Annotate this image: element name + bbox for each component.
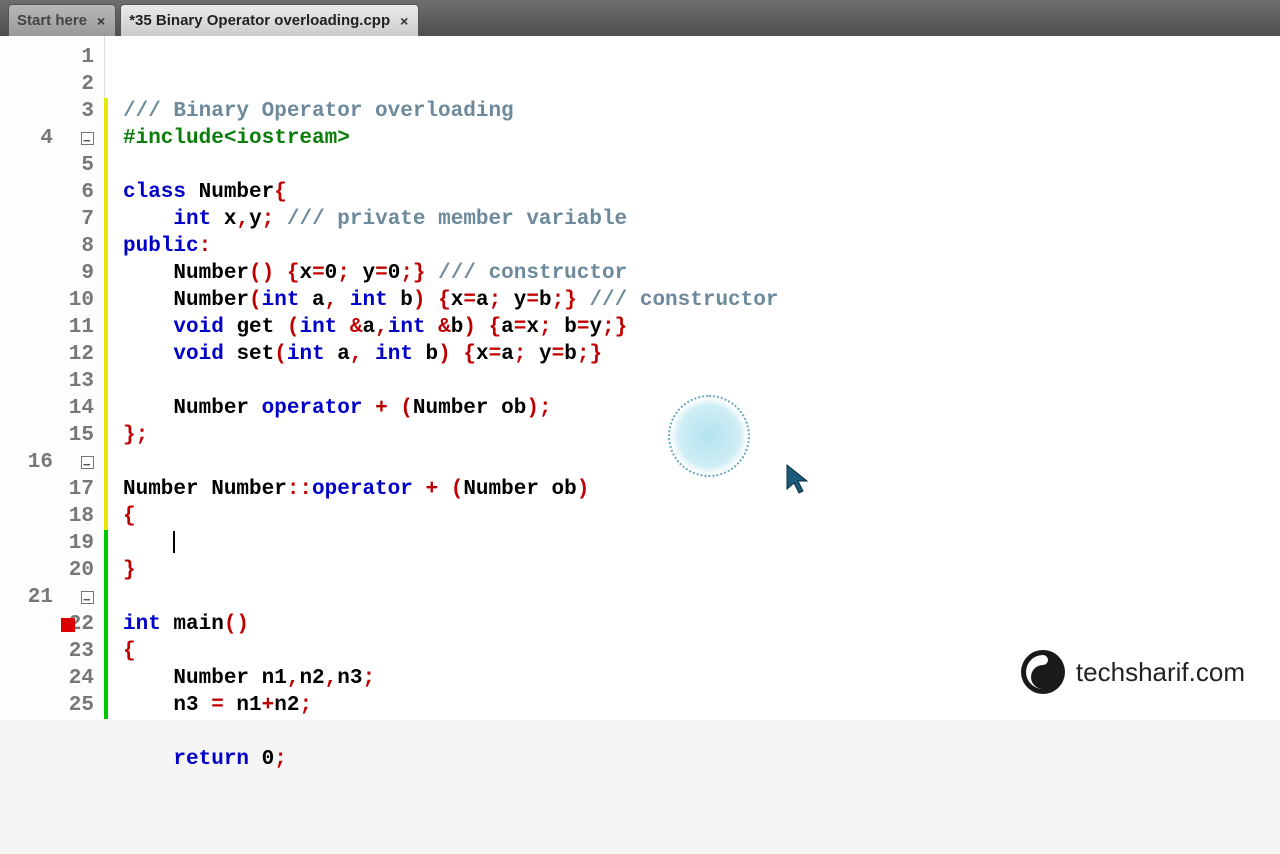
code-line[interactable]: { — [123, 503, 1280, 530]
close-icon[interactable]: × — [398, 13, 410, 29]
tab-inactive[interactable]: Start here × — [8, 4, 116, 36]
code-line[interactable] — [123, 368, 1280, 395]
close-icon[interactable]: × — [95, 13, 107, 29]
gutter-row: 24 — [0, 665, 104, 692]
gutter-row: 25 — [0, 692, 104, 719]
text-cursor-icon — [173, 531, 175, 553]
code-line[interactable] — [123, 530, 1280, 557]
code-line[interactable]: n3 = n1+n2; — [123, 692, 1280, 719]
code-line[interactable]: Number(int a, int b) {x=a; y=b;} /// con… — [123, 287, 1280, 314]
gutter-row: 18 — [0, 503, 104, 530]
gutter-row: 1 — [0, 44, 104, 71]
code-area[interactable]: /// Binary Operator overloading#include<… — [105, 36, 1280, 720]
gutter-row: 10 — [0, 287, 104, 314]
code-line[interactable] — [123, 152, 1280, 179]
code-line[interactable]: /// Binary Operator overloading — [123, 98, 1280, 125]
code-line[interactable]: Number Number::operator + (Number ob) — [123, 476, 1280, 503]
gutter-row: 5 — [0, 152, 104, 179]
gutter-row: 17 — [0, 476, 104, 503]
gutter-row: 21 — [0, 584, 104, 611]
fold-toggle-icon[interactable] — [81, 591, 94, 604]
tab-active[interactable]: *35 Binary Operator overloading.cpp × — [120, 4, 419, 36]
code-line[interactable]: class Number{ — [123, 179, 1280, 206]
gutter-row: 13 — [0, 368, 104, 395]
gutter-row: 8 — [0, 233, 104, 260]
line-gutter: 1234567891011121314151617181920212223242… — [0, 36, 105, 720]
gutter-row: 9 — [0, 260, 104, 287]
breakpoint-icon[interactable] — [61, 618, 75, 632]
code-line[interactable]: }; — [123, 422, 1280, 449]
code-line[interactable]: #include<iostream> — [123, 125, 1280, 152]
gutter-row: 7 — [0, 206, 104, 233]
watermark: techsharif.com — [1020, 649, 1245, 695]
code-line[interactable]: } — [123, 557, 1280, 584]
fold-toggle-icon[interactable] — [81, 132, 94, 145]
code-line[interactable]: int x,y; /// private member variable — [123, 206, 1280, 233]
gutter-row: 11 — [0, 314, 104, 341]
gutter-row: 4 — [0, 125, 104, 152]
fold-toggle-icon[interactable] — [81, 456, 94, 469]
gutter-row: 6 — [0, 179, 104, 206]
code-line[interactable]: int main() — [123, 611, 1280, 638]
gutter-row: 16 — [0, 449, 104, 476]
code-line[interactable]: public: — [123, 233, 1280, 260]
code-line[interactable]: return 0; — [123, 746, 1280, 773]
gutter-row: 23 — [0, 638, 104, 665]
code-editor[interactable]: 1234567891011121314151617181920212223242… — [0, 36, 1280, 720]
gutter-row: 15 — [0, 422, 104, 449]
watermark-text: techsharif.com — [1076, 657, 1245, 688]
code-line[interactable]: Number() {x=0; y=0;} /// constructor — [123, 260, 1280, 287]
code-line[interactable]: void set(int a, int b) {x=a; y=b;} — [123, 341, 1280, 368]
gutter-row: 12 — [0, 341, 104, 368]
gutter-row: 20 — [0, 557, 104, 584]
code-line[interactable] — [123, 584, 1280, 611]
tab-bar: Start here × *35 Binary Operator overloa… — [0, 0, 1280, 36]
tab-label: Start here — [17, 12, 87, 29]
code-line[interactable]: Number operator + (Number ob); — [123, 395, 1280, 422]
code-line[interactable]: void get (int &a,int &b) {a=x; b=y;} — [123, 314, 1280, 341]
code-line[interactable] — [123, 719, 1280, 746]
gutter-row: 3 — [0, 98, 104, 125]
watermark-logo-icon — [1020, 649, 1066, 695]
gutter-row: 22 — [0, 611, 104, 638]
gutter-row: 19 — [0, 530, 104, 557]
gutter-row: 2 — [0, 71, 104, 98]
code-line[interactable] — [123, 449, 1280, 476]
gutter-row: 14 — [0, 395, 104, 422]
tab-label: *35 Binary Operator overloading.cpp — [129, 12, 390, 29]
